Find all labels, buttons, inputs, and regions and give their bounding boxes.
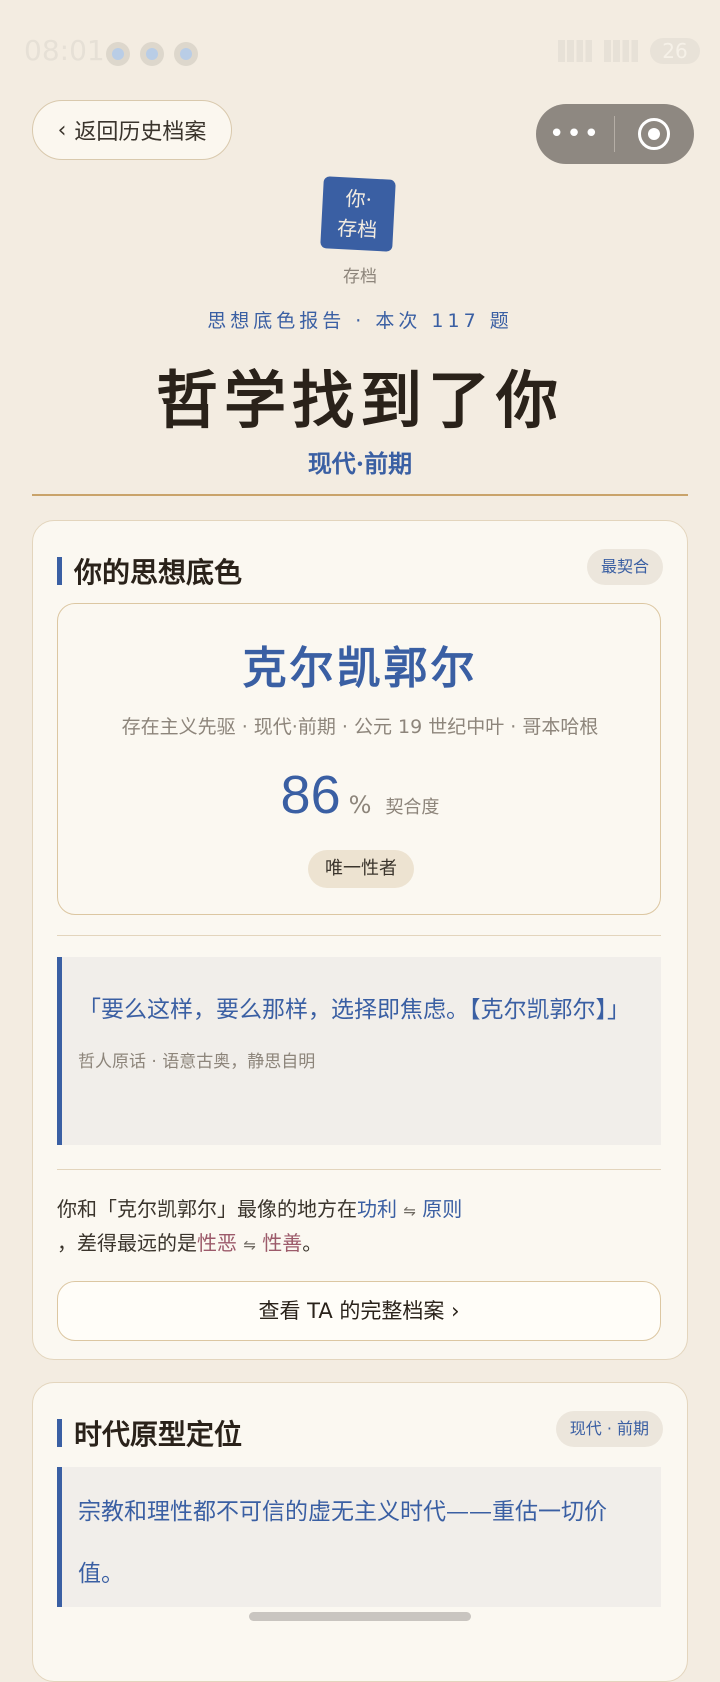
compare-suffix: 。 <box>302 1231 323 1255</box>
page-title: 哲学找到了你 <box>155 364 564 437</box>
seal-label: 存档 <box>343 267 377 287</box>
section-title: 时代原型定位 <box>74 1418 243 1451</box>
header-divider <box>32 494 688 496</box>
comparison-text: 你和「克尔凯郭尔」最像的地方在功利 ⇋ 原则 ，差得最远的是性恶 ⇋ 性善。 <box>57 1193 661 1261</box>
match-score-value: 86 <box>280 765 341 825</box>
section-title: 你的思想底色 <box>74 556 243 589</box>
compare-far-b: 性善 <box>262 1231 303 1255</box>
swap-arrows-icon: ⇋ <box>243 1236 256 1254</box>
quote-text: 「要么这样，要么那样，选择即焦虑。【克尔凯郭尔】」 <box>78 997 630 1023</box>
bulb-icon <box>140 42 164 66</box>
era-archetype-card: 时代原型定位 现代 · 前期 宗教和理性都不可信的虚无主义时代——重估一切价值。 <box>32 1382 688 1682</box>
era-subtitle: 现代·前期 <box>307 449 413 478</box>
thought-color-card: 你的思想底色 最契合 克尔凯郭尔 存在主义先驱 · 现代·前期 · 公元 19 … <box>32 520 688 1360</box>
philosopher-tag: 唯一性者 <box>308 850 414 888</box>
quote-source: 哲人原话 · 语意古奥，静思自明 <box>78 1052 316 1072</box>
close-miniprogram-button[interactable] <box>615 118 693 150</box>
seal-line-1: 你· <box>344 186 373 212</box>
match-score: 86 % 契合度 <box>58 764 662 826</box>
philosopher-panel: 克尔凯郭尔 存在主义先驱 · 现代·前期 · 公元 19 世纪中叶 · 哥本哈根… <box>57 603 661 915</box>
philosopher-meta: 存在主义先驱 · 现代·前期 · 公元 19 世纪中叶 · 哥本哈根 <box>121 716 599 738</box>
divider <box>57 1169 661 1170</box>
divider <box>57 935 661 936</box>
home-indicator[interactable] <box>249 1612 471 1621</box>
status-time: 08:01 <box>24 34 105 67</box>
swap-arrows-icon: ⇋ <box>403 1202 416 1220</box>
philosopher-name: 克尔凯郭尔 <box>242 643 478 694</box>
compare-prefix: 你和「克尔凯郭尔」最像的地方在 <box>57 1197 357 1221</box>
compare-like-b: 原则 <box>422 1197 463 1221</box>
compare-mid: ，差得最远的是 <box>57 1231 197 1255</box>
section-accent-bar <box>57 1419 62 1447</box>
match-score-label: 契合度 <box>385 797 440 818</box>
target-icon <box>638 118 670 150</box>
quote-block: 「要么这样，要么那样，选择即焦虑。【克尔凯郭尔】」 哲人原话 · 语意古奥，静思… <box>57 957 661 1145</box>
signal-icon-2 <box>604 40 638 62</box>
archive-seal: 你· 存档 <box>320 176 396 252</box>
match-score-unit: % <box>348 791 372 819</box>
view-full-archive-button[interactable]: 查看 TA 的完整档案 › <box>57 1281 661 1341</box>
more-options-icon[interactable]: ••• <box>536 119 614 149</box>
report-subtitle: 思想底色报告 · 本次 117 题 <box>207 310 513 332</box>
chevron-left-icon: ‹ <box>57 117 67 143</box>
section-heading: 时代原型定位 <box>57 1413 242 1453</box>
section-heading: 你的思想底色 <box>57 551 242 591</box>
status-bar: 08:01 26 <box>0 0 720 100</box>
weather-icon <box>174 42 198 66</box>
seal-line-2: 存档 <box>336 215 378 243</box>
section-accent-bar <box>57 557 62 585</box>
era-description: 宗教和理性都不可信的虚无主义时代——重估一切价值。 <box>57 1467 661 1607</box>
signal-icon <box>558 40 592 62</box>
era-badge: 现代 · 前期 <box>555 1411 663 1447</box>
best-match-badge: 最契合 <box>586 549 663 585</box>
upload-icon <box>106 42 130 66</box>
mini-program-capsule: ••• <box>536 104 694 164</box>
battery-icon: 26 <box>650 38 700 64</box>
compare-like-a: 功利 <box>357 1197 397 1221</box>
compare-far-a: 性恶 <box>197 1231 237 1255</box>
back-to-history-button[interactable]: ‹ 返回历史档案 <box>32 100 232 160</box>
status-indicators: 26 <box>558 38 700 64</box>
back-button-label: 返回历史档案 <box>74 120 207 145</box>
